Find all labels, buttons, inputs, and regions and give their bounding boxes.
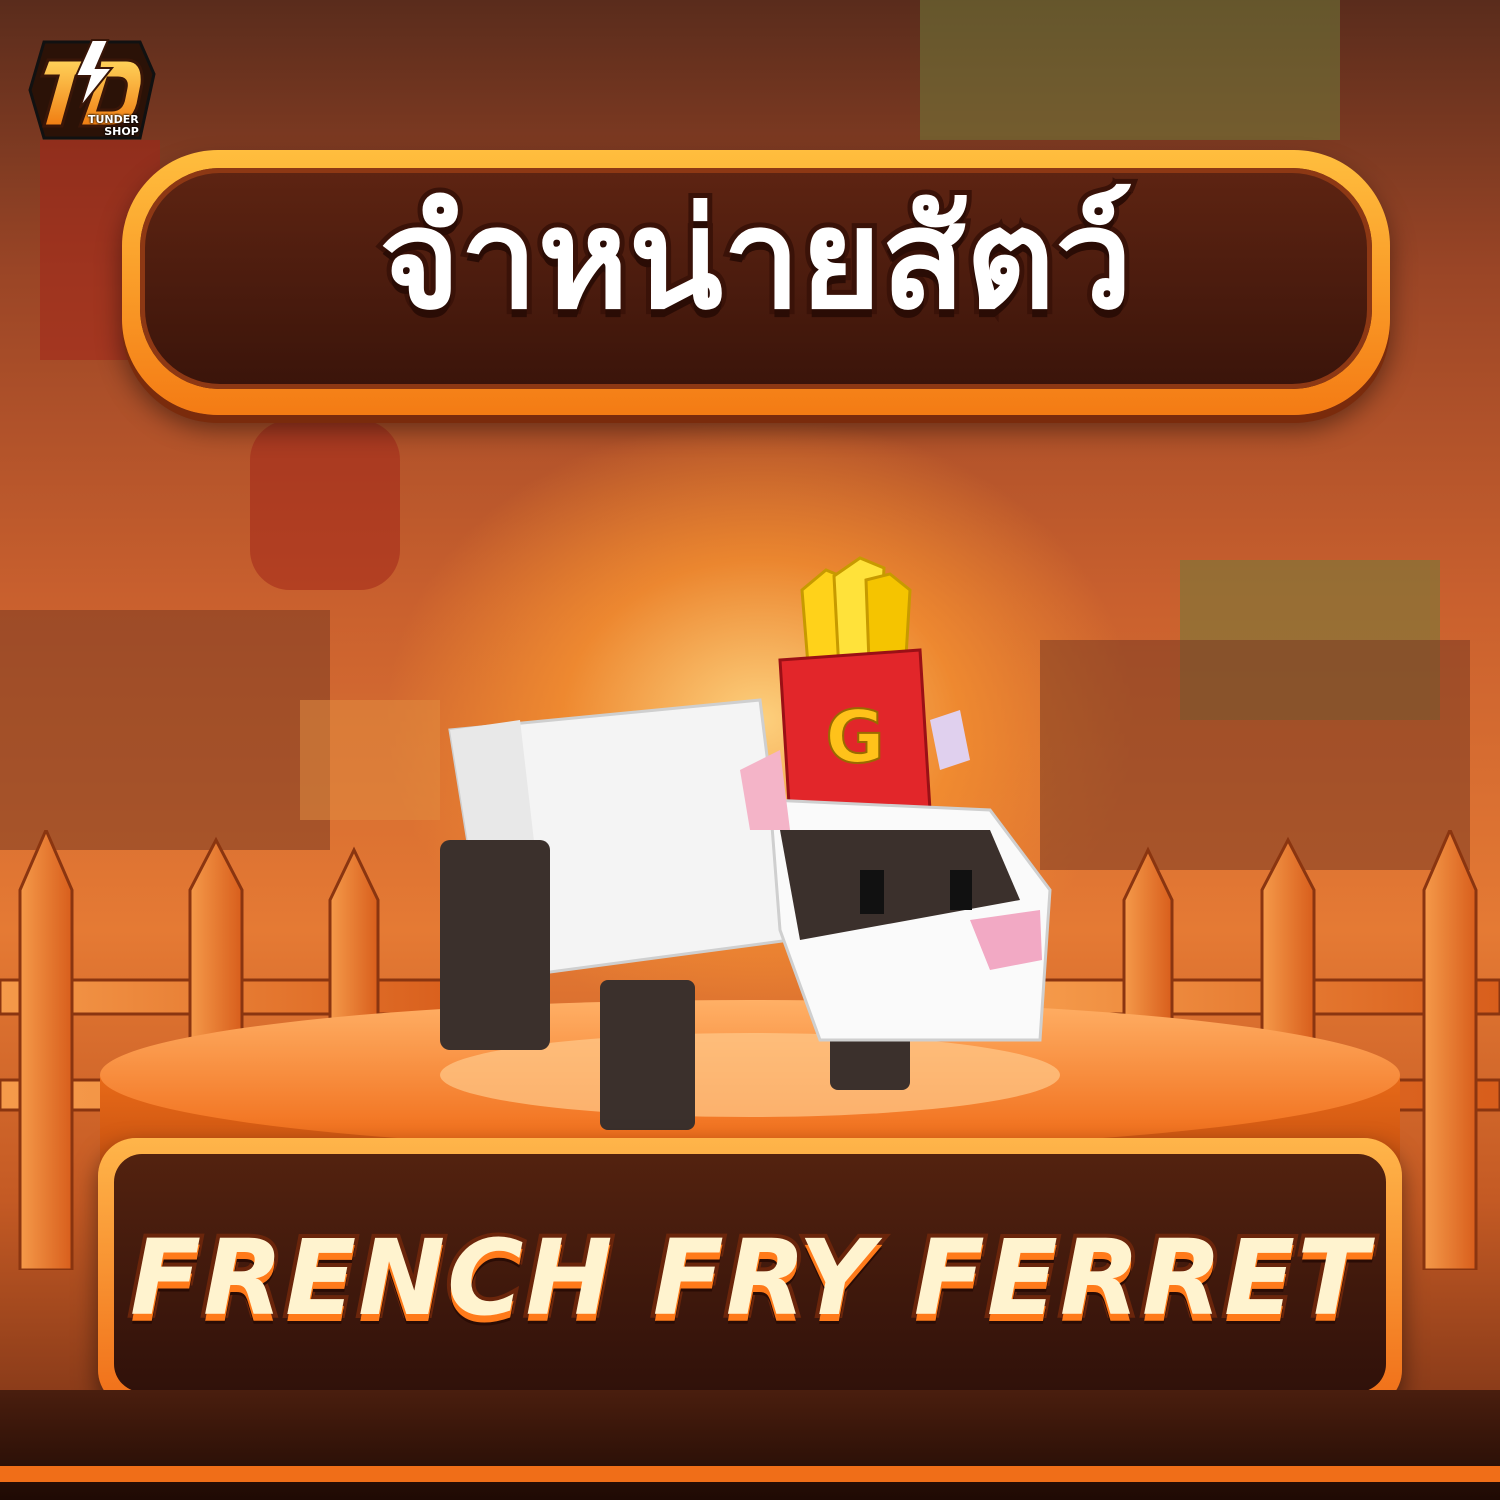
ground-stripe: [0, 1466, 1500, 1482]
title-banner: จำหน่ายสัตว์: [122, 150, 1390, 415]
bg-crate: [300, 700, 440, 820]
bg-tree-red-2: [250, 420, 400, 590]
product-name-banner: FRENCH FRY FERRET: [98, 1138, 1402, 1408]
promo-canvas: TUNDER SHOP จำหน่ายสัตว์ G FRENCH FRY FE…: [0, 0, 1500, 1500]
ferret-pet-icon: G: [440, 556, 1052, 1130]
bg-building-green: [920, 0, 1340, 140]
ground: [0, 1390, 1500, 1500]
banner-title: จำหน่ายสัตว์: [374, 175, 1137, 345]
bg-house-left: [0, 610, 330, 850]
product-name: FRENCH FRY FERRET: [126, 1214, 1372, 1342]
logo-line-2: SHOP: [104, 125, 139, 138]
logo-wordmark: TUNDER SHOP: [88, 114, 139, 138]
fry-box-letter: G: [825, 695, 884, 779]
